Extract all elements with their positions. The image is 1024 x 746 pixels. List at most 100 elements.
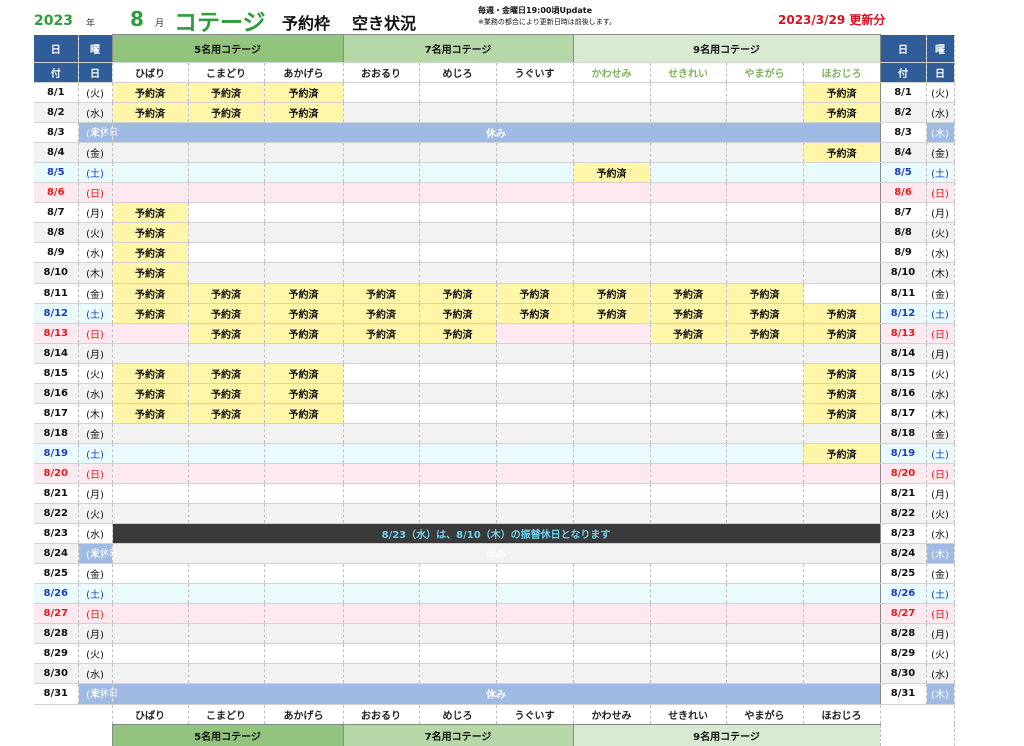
open-cell[interactable] xyxy=(573,503,651,525)
open-cell[interactable] xyxy=(726,643,804,665)
open-cell[interactable] xyxy=(650,463,727,484)
open-cell[interactable] xyxy=(419,343,497,364)
open-cell[interactable] xyxy=(188,443,265,464)
open-cell[interactable] xyxy=(803,463,881,484)
open-cell[interactable] xyxy=(264,423,344,444)
open-cell[interactable] xyxy=(650,443,727,464)
open-cell[interactable] xyxy=(496,182,574,204)
open-cell[interactable] xyxy=(650,483,727,505)
open-cell[interactable] xyxy=(573,182,651,204)
open-cell[interactable] xyxy=(726,583,804,605)
open-cell[interactable] xyxy=(650,383,727,404)
open-cell[interactable] xyxy=(650,222,727,244)
open-cell[interactable] xyxy=(650,603,727,625)
open-cell[interactable] xyxy=(264,242,344,264)
open-cell[interactable] xyxy=(496,383,574,404)
open-cell[interactable] xyxy=(112,182,189,204)
open-cell[interactable] xyxy=(573,383,651,404)
open-cell[interactable] xyxy=(803,182,881,204)
open-cell[interactable] xyxy=(419,182,497,204)
open-cell[interactable] xyxy=(419,583,497,605)
open-cell[interactable] xyxy=(573,222,651,244)
open-cell[interactable] xyxy=(573,623,651,645)
open-cell[interactable] xyxy=(419,403,497,424)
open-cell[interactable] xyxy=(496,623,574,645)
open-cell[interactable] xyxy=(803,503,881,525)
open-cell[interactable] xyxy=(803,563,881,585)
open-cell[interactable] xyxy=(112,483,189,505)
open-cell[interactable] xyxy=(188,483,265,505)
open-cell[interactable] xyxy=(188,262,265,284)
open-cell[interactable] xyxy=(343,623,420,645)
open-cell[interactable] xyxy=(112,343,189,364)
open-cell[interactable] xyxy=(264,643,344,665)
open-cell[interactable] xyxy=(573,423,651,444)
open-cell[interactable] xyxy=(112,663,189,685)
open-cell[interactable] xyxy=(573,102,651,124)
open-cell[interactable] xyxy=(650,82,727,104)
open-cell[interactable] xyxy=(803,162,881,184)
open-cell[interactable] xyxy=(112,142,189,164)
open-cell[interactable] xyxy=(419,363,497,384)
open-cell[interactable] xyxy=(343,463,420,484)
open-cell[interactable] xyxy=(496,162,574,184)
open-cell[interactable] xyxy=(264,483,344,505)
open-cell[interactable] xyxy=(496,262,574,284)
open-cell[interactable] xyxy=(496,403,574,424)
open-cell[interactable] xyxy=(419,142,497,164)
open-cell[interactable] xyxy=(188,162,265,184)
open-cell[interactable] xyxy=(496,643,574,665)
open-cell[interactable] xyxy=(112,423,189,444)
open-cell[interactable] xyxy=(264,663,344,685)
open-cell[interactable] xyxy=(264,583,344,605)
open-cell[interactable] xyxy=(650,623,727,645)
open-cell[interactable] xyxy=(573,463,651,484)
open-cell[interactable] xyxy=(188,423,265,444)
open-cell[interactable] xyxy=(650,403,727,424)
open-cell[interactable] xyxy=(726,262,804,284)
open-cell[interactable] xyxy=(573,483,651,505)
open-cell[interactable] xyxy=(726,222,804,244)
open-cell[interactable] xyxy=(726,82,804,104)
open-cell[interactable] xyxy=(496,363,574,384)
open-cell[interactable] xyxy=(726,142,804,164)
open-cell[interactable] xyxy=(573,363,651,384)
open-cell[interactable] xyxy=(264,463,344,484)
open-cell[interactable] xyxy=(726,343,804,364)
open-cell[interactable] xyxy=(573,603,651,625)
open-cell[interactable] xyxy=(496,82,574,104)
open-cell[interactable] xyxy=(573,563,651,585)
open-cell[interactable] xyxy=(188,603,265,625)
open-cell[interactable] xyxy=(496,242,574,264)
open-cell[interactable] xyxy=(726,162,804,184)
open-cell[interactable] xyxy=(650,503,727,525)
open-cell[interactable] xyxy=(650,102,727,124)
open-cell[interactable] xyxy=(188,142,265,164)
open-cell[interactable] xyxy=(803,343,881,364)
open-cell[interactable] xyxy=(188,643,265,665)
open-cell[interactable] xyxy=(573,583,651,605)
open-cell[interactable] xyxy=(188,182,265,204)
open-cell[interactable] xyxy=(650,363,727,384)
open-cell[interactable] xyxy=(343,142,420,164)
open-cell[interactable] xyxy=(343,242,420,264)
open-cell[interactable] xyxy=(650,663,727,685)
open-cell[interactable] xyxy=(343,343,420,364)
open-cell[interactable] xyxy=(264,503,344,525)
open-cell[interactable] xyxy=(726,663,804,685)
open-cell[interactable] xyxy=(343,583,420,605)
open-cell[interactable] xyxy=(650,202,727,224)
open-cell[interactable] xyxy=(419,643,497,665)
open-cell[interactable] xyxy=(343,102,420,124)
open-cell[interactable] xyxy=(726,503,804,525)
open-cell[interactable] xyxy=(726,443,804,464)
open-cell[interactable] xyxy=(419,262,497,284)
open-cell[interactable] xyxy=(650,182,727,204)
open-cell[interactable] xyxy=(188,222,265,244)
open-cell[interactable] xyxy=(726,423,804,444)
open-cell[interactable] xyxy=(803,283,881,304)
open-cell[interactable] xyxy=(264,262,344,284)
open-cell[interactable] xyxy=(573,343,651,364)
open-cell[interactable] xyxy=(496,443,574,464)
open-cell[interactable] xyxy=(573,403,651,424)
